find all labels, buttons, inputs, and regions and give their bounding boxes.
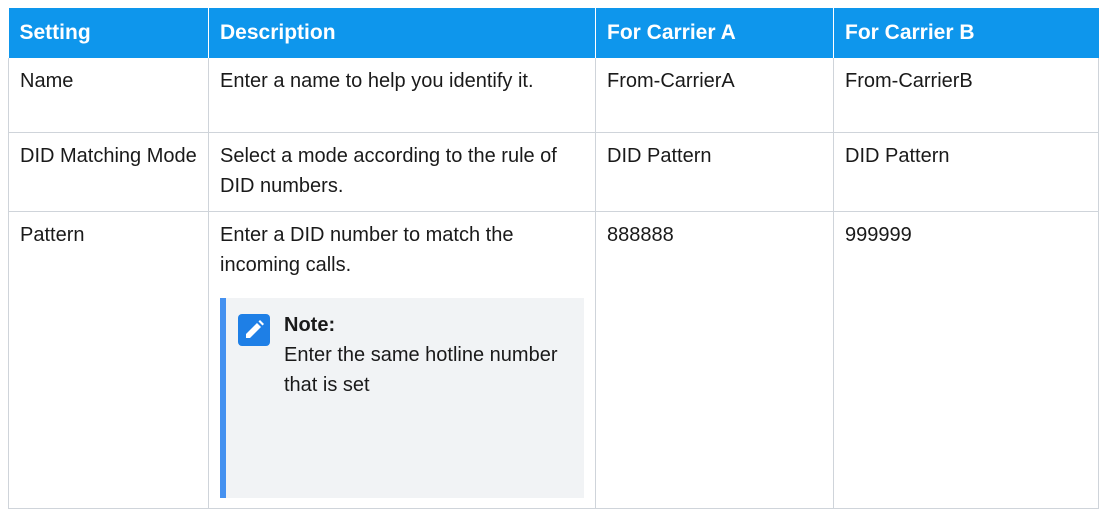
- table-row: Pattern Enter a DID number to match the …: [8, 211, 1099, 509]
- carrier-b-value: From-CarrierB: [845, 70, 973, 92]
- header-carrier-b: For Carrier B: [833, 8, 1099, 58]
- table-row: DID Matching Mode Select a mode accordin…: [8, 132, 1099, 212]
- cell-description: Select a mode according to the rule of D…: [208, 132, 596, 212]
- note-content: Note: Enter the same hotline number that…: [284, 310, 570, 400]
- edit-pencil-icon: [238, 314, 270, 346]
- cell-setting: Name: [8, 58, 209, 133]
- carrier-a-value: From-CarrierA: [607, 70, 735, 92]
- header-description: Description: [208, 8, 596, 58]
- note-body: Enter the same hotline number that is se…: [284, 344, 558, 396]
- setting-name: DID Matching Mode: [20, 145, 197, 167]
- carrier-b-value: DID Pattern: [845, 145, 950, 167]
- cell-setting: DID Matching Mode: [8, 132, 209, 212]
- header-setting: Setting: [8, 8, 209, 58]
- carrier-b-value: 999999: [845, 224, 912, 246]
- cell-description: Enter a DID number to match the incoming…: [208, 211, 596, 509]
- cell-carrier-a: From-CarrierA: [595, 58, 834, 133]
- cell-carrier-b: DID Pattern: [833, 132, 1099, 212]
- cell-carrier-a: DID Pattern: [595, 132, 834, 212]
- description-text: Enter a DID number to match the incoming…: [220, 224, 514, 276]
- description-text: Select a mode according to the rule of D…: [220, 145, 557, 197]
- carrier-a-value: 888888: [607, 224, 674, 246]
- table-header-row: Setting Description For Carrier A For Ca…: [8, 8, 1099, 58]
- description-text: Enter a name to help you identify it.: [220, 70, 534, 92]
- cell-description: Enter a name to help you identify it.: [208, 58, 596, 133]
- settings-table: Setting Description For Carrier A For Ca…: [8, 8, 1099, 509]
- table-row: Name Enter a name to help you identify i…: [8, 58, 1099, 133]
- setting-name: Name: [20, 70, 74, 92]
- cell-setting: Pattern: [8, 211, 209, 509]
- setting-name: Pattern: [20, 224, 85, 246]
- note-callout: Note: Enter the same hotline number that…: [220, 298, 584, 498]
- note-title: Note:: [284, 314, 336, 336]
- carrier-a-value: DID Pattern: [607, 145, 712, 167]
- cell-carrier-a: 888888: [595, 211, 834, 509]
- cell-carrier-b: From-CarrierB: [833, 58, 1099, 133]
- cell-carrier-b: 999999: [833, 211, 1099, 509]
- header-carrier-a: For Carrier A: [595, 8, 834, 58]
